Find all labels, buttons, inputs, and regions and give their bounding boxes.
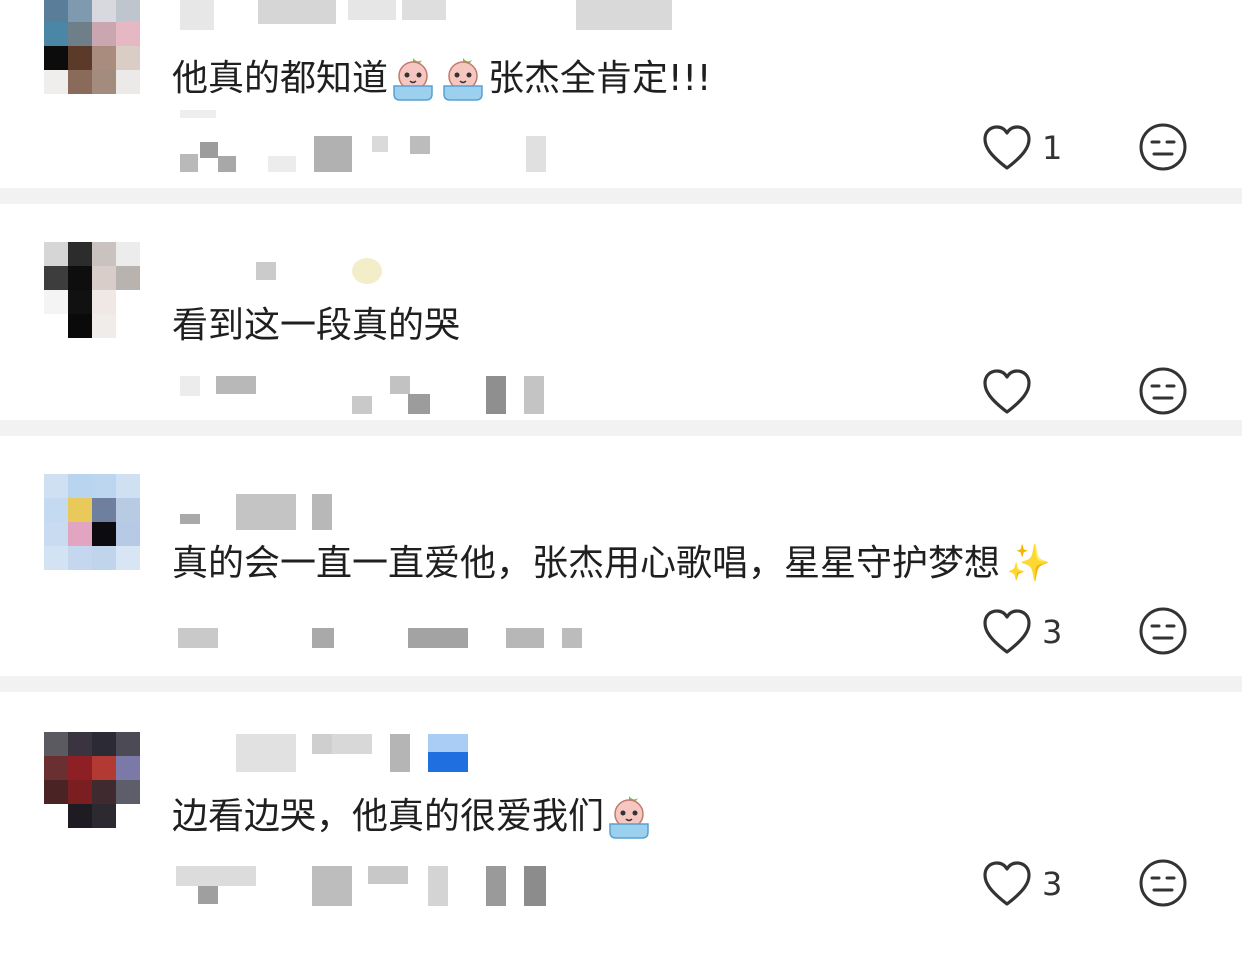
heart-outline-icon[interactable] (982, 124, 1032, 172)
comment-item: 真的会一直一直爱他，张杰用心歌唱，星星守护梦想 ✨ 3 (0, 436, 1242, 676)
sparkles-emoji: ✨ (1006, 543, 1051, 584)
meh-face-icon[interactable] (1138, 366, 1188, 416)
comment-text: 他真的都知道 张杰全肯定!!! (172, 56, 711, 102)
comment-text: 真的会一直一直爱他，张杰用心歌唱，星星守护梦想 ✨ (172, 542, 1051, 586)
comment-actions: 3 (982, 858, 1242, 914)
separator (0, 420, 1242, 436)
meh-face-icon[interactable] (1138, 606, 1188, 656)
comment-text-part: 看到这一段真的哭 (172, 305, 461, 346)
comment-item: 边看边哭，他真的很爱我们 3 (0, 692, 1242, 971)
heart-outline-icon[interactable] (982, 860, 1032, 908)
heart-outline-icon[interactable] (982, 368, 1032, 416)
crying-face-emoji (439, 56, 487, 102)
like-count: 1 (1042, 129, 1063, 167)
heart-outline-icon[interactable] (982, 608, 1032, 656)
timestamp-blurred (172, 372, 572, 416)
timestamp-blurred (172, 626, 592, 652)
comment-text-part: 他真的都知道 (172, 58, 389, 99)
comment-text-part: 真的会一直一直爱他，张杰用心歌唱，星星守护梦想 (172, 543, 1001, 584)
avatar[interactable] (44, 0, 140, 94)
verified-badge-icon (428, 734, 468, 772)
comment-text-part: 边看边哭，他真的很爱我们 (172, 796, 605, 837)
username-blurred[interactable] (172, 732, 472, 776)
username-blurred[interactable] (172, 492, 372, 532)
crying-face-emoji (605, 794, 653, 840)
avatar[interactable] (44, 242, 140, 338)
like-count: 3 (1042, 865, 1063, 903)
like-count: 3 (1042, 613, 1063, 651)
separator (0, 188, 1242, 204)
meh-face-icon[interactable] (1138, 122, 1188, 172)
avatar[interactable] (44, 732, 140, 828)
comment-actions: 1 (982, 122, 1242, 178)
comment-text: 看到这一段真的哭 (172, 304, 460, 348)
comment-actions (982, 366, 1242, 422)
comment-text-part: 张杰全肯定!!! (488, 58, 712, 99)
avatar[interactable] (44, 474, 140, 570)
crying-face-emoji (389, 56, 437, 102)
meh-face-icon[interactable] (1138, 858, 1188, 908)
timestamp-blurred (172, 862, 572, 908)
comment-item: 看到这一段真的哭 (0, 204, 1242, 420)
separator (0, 676, 1242, 692)
comment-actions: 3 (982, 606, 1242, 662)
comment-item: 他真的都知道 张杰全肯定!!! 1 (0, 0, 1242, 188)
comment-text: 边看边哭，他真的很爱我们 (172, 794, 654, 840)
username-blurred[interactable] (172, 256, 412, 288)
timestamp-blurred (172, 110, 572, 176)
username-blurred[interactable] (172, 0, 692, 34)
